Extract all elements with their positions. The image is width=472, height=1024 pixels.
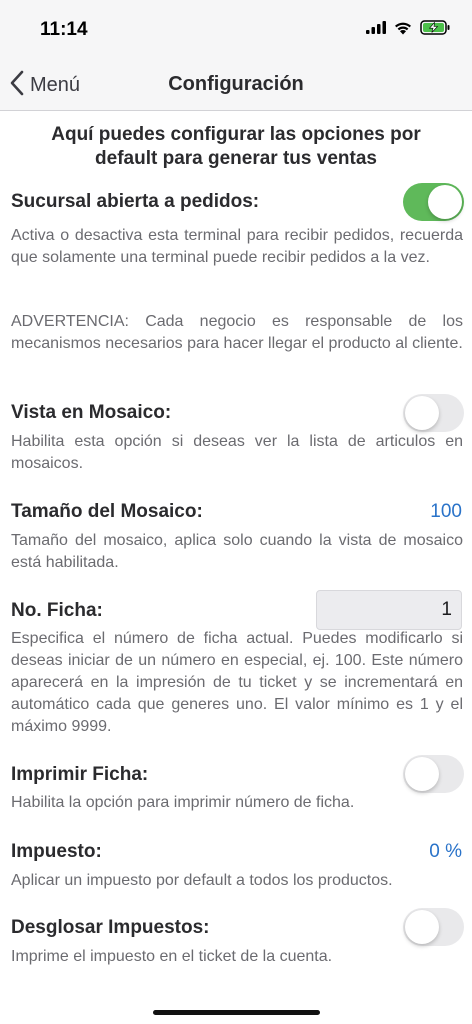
imprimir-ficha-toggle[interactable] [403,755,464,793]
toggle-knob [405,396,439,430]
wifi-icon [393,20,413,40]
imprimir-ficha-title: Imprimir Ficha: [11,764,149,785]
tamano-title: Tamaño del Mosaico: [11,501,203,522]
mosaico-toggle[interactable] [403,394,464,432]
home-indicator[interactable] [153,1010,320,1015]
impuesto-value[interactable]: 0 % [429,841,462,863]
battery-charging-icon [420,20,450,40]
desglosar-title: Desglosar Impuestos: [11,917,210,938]
toggle-knob [405,757,439,791]
mosaico-description: Habilita esta opción si deseas ver la li… [11,433,463,472]
status-time: 11:14 [40,19,88,40]
sucursal-description: Activa o desactiva esta terminal para re… [11,227,463,266]
ficha-title: No. Ficha: [11,600,103,621]
navigation-bar: Menú Configuración [0,60,472,110]
page-title: Configuración [168,73,304,95]
sucursal-title: Sucursal abierta a pedidos: [11,191,260,212]
status-bar: 11:14 [0,0,472,60]
toggle-knob [428,185,462,219]
ficha-number-field[interactable]: 1 [316,590,462,630]
impuesto-description: Aplicar un impuesto por default a todos … [11,872,393,889]
mosaico-title: Vista en Mosaico: [11,402,172,423]
imprimir-ficha-description: Habilita la opción para imprimir número … [11,794,355,811]
desglosar-toggle[interactable] [403,908,464,946]
ficha-description: Especifica el número de ficha actual. Pu… [11,630,463,735]
impuesto-title: Impuesto: [11,841,102,862]
tamano-value[interactable]: 100 [430,501,462,523]
sucursal-warning: ADVERTENCIA: Cada negocio es responsable… [11,313,463,352]
sucursal-toggle[interactable] [403,183,464,221]
intro-text: Aquí puedes configurar las opciones por … [51,124,421,169]
cellular-signal-icon [366,21,386,39]
desglosar-description: Imprime el impuesto en el ticket de la c… [11,948,333,965]
status-icons [366,20,450,40]
top-bar: 11:14 Menú Configuración [0,0,472,111]
tamano-description: Tamaño del mosaico, aplica solo cuando l… [11,532,463,571]
toggle-knob [405,910,439,944]
